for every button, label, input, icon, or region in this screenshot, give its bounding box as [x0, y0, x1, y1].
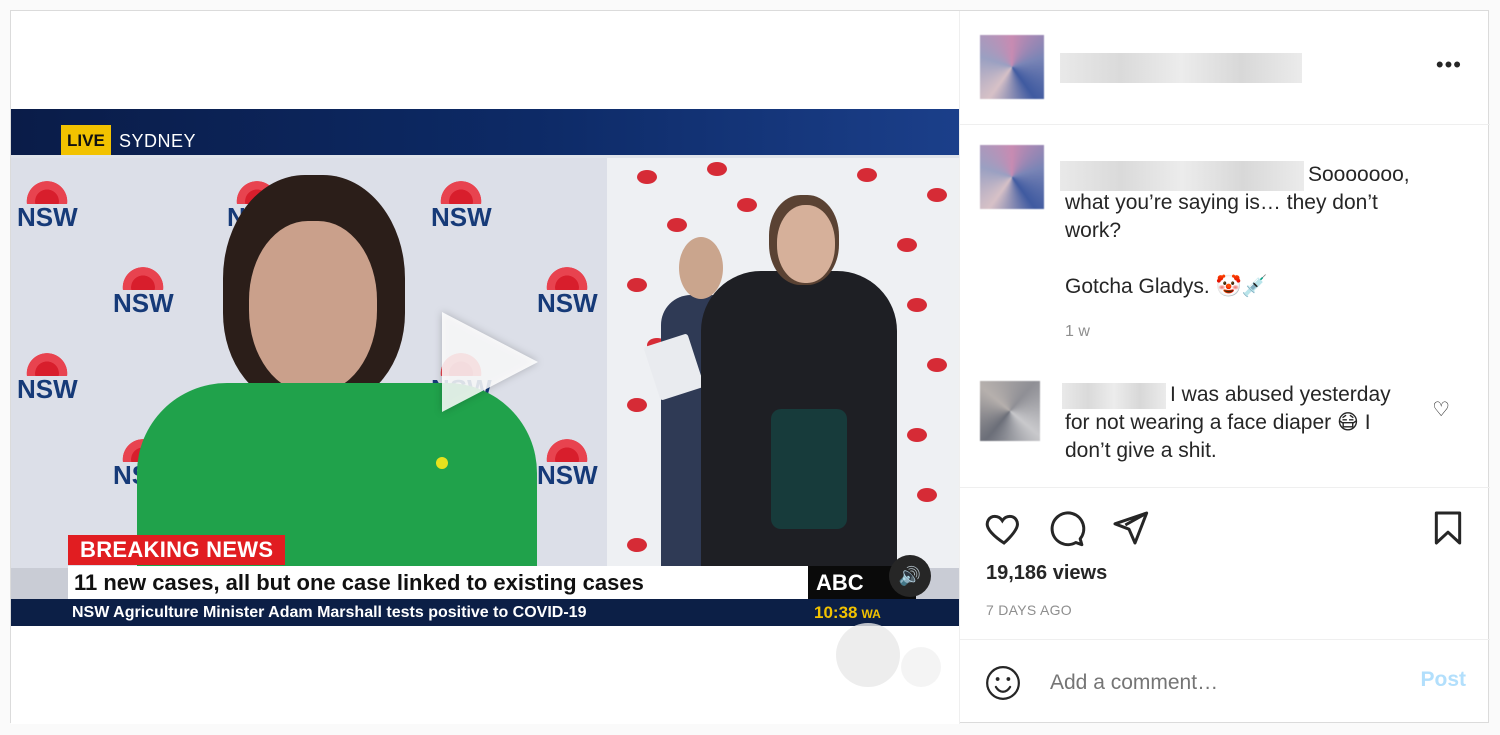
avatar[interactable]	[980, 35, 1044, 99]
like-comment-icon[interactable]: ♡	[1432, 397, 1450, 422]
comment-input[interactable]	[1048, 666, 1392, 700]
post-actions: 19,186 views 7 DAYS AGO	[960, 487, 1490, 648]
bookmark-icon[interactable]	[1428, 508, 1468, 548]
post-sidebar: ••• Sooooooo, what you’re saying is… the…	[960, 11, 1490, 724]
comment-text: Gotcha Gladys. 🤡💉	[1065, 275, 1268, 298]
comments-list: Sooooooo, what you’re saying is… they do…	[960, 125, 1490, 487]
more-options-icon[interactable]: •••	[1436, 54, 1462, 76]
comment-text: work?	[1065, 219, 1122, 242]
comment-text: don’t give a shit.	[1065, 439, 1217, 462]
speaker-face	[249, 221, 377, 393]
comment-text: what you’re saying is… they don’t	[1065, 191, 1378, 214]
nsw-logo: NSW	[431, 178, 492, 230]
username-redacted[interactable]	[1060, 53, 1302, 83]
live-badge: LIVE	[61, 125, 111, 155]
emoji-icon[interactable]	[984, 664, 1022, 702]
heart-icon[interactable]	[984, 508, 1024, 548]
share-icon[interactable]	[1110, 508, 1150, 548]
broadcast-clock: 10:38 WA	[814, 603, 881, 622]
username-redacted[interactable]	[1060, 161, 1304, 191]
live-bar: LIVE SYDNEY	[11, 109, 959, 155]
avatar[interactable]	[980, 381, 1040, 441]
live-location: SYDNEY	[119, 131, 197, 151]
breaking-news-label: BREAKING NEWS	[68, 535, 286, 565]
nsw-logo: NSW	[537, 264, 598, 316]
avatar[interactable]	[980, 145, 1044, 209]
comment-time[interactable]: 1 w	[1065, 323, 1090, 341]
post-button[interactable]: Post	[1420, 668, 1466, 692]
nsw-logo: NSW	[113, 264, 174, 316]
video-player[interactable]: NSW NSW NSW NSW NSW NSW NSW NSW NSW LIVE…	[11, 109, 959, 626]
post-media: NSW NSW NSW NSW NSW NSW NSW NSW NSW LIVE…	[11, 11, 960, 724]
comment-text: I was abused yesterday	[1170, 383, 1391, 406]
nsw-logo: NSW	[537, 436, 598, 488]
watermark-icon	[836, 623, 900, 687]
nsw-logo: NSW	[17, 350, 78, 402]
news-headline: 11 new cases, all but one case linked to…	[68, 566, 814, 599]
post-date[interactable]: 7 DAYS AGO	[986, 602, 1072, 618]
nsw-logo: NSW	[17, 178, 78, 230]
instagram-post: NSW NSW NSW NSW NSW NSW NSW NSW NSW LIVE…	[10, 10, 1490, 724]
play-icon[interactable]	[442, 312, 538, 412]
comment-text: Sooooooo,	[1308, 163, 1410, 186]
add-comment-bar: Post	[960, 639, 1490, 725]
comment-text: for not wearing a face diaper 😷 I	[1065, 411, 1371, 434]
view-count[interactable]: 19,186 views	[986, 562, 1107, 585]
post-header: •••	[960, 11, 1490, 125]
username-redacted[interactable]	[1062, 383, 1166, 409]
brooch	[436, 457, 448, 469]
speaker-icon[interactable]: 🔊	[889, 555, 931, 597]
comment-icon[interactable]	[1046, 508, 1086, 548]
